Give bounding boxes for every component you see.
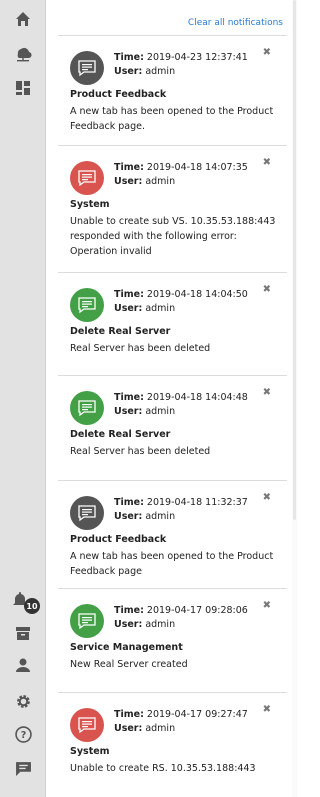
notification-category: System	[70, 746, 110, 757]
user-icon[interactable]	[0, 650, 46, 680]
notification-avatar-icon	[70, 288, 104, 322]
notification-card: Time: 2019-04-18 11:32:37 User: admin ✖ …	[58, 480, 287, 585]
dashboard-icon[interactable]	[0, 73, 46, 103]
notification-category: Delete Real Server	[70, 326, 171, 337]
notification-card: Time: 2019-04-23 12:37:41 User: admin ✖ …	[58, 35, 287, 140]
notification-time: 2019-04-17 09:28:06	[146, 605, 248, 616]
notification-message: Unable to create RS. 10.35.53.188:443	[70, 763, 256, 774]
notification-time: 2019-04-18 11:32:37	[146, 497, 248, 508]
notification-time: 2019-04-18 14:04:48	[146, 392, 248, 403]
notification-message: A new tab has been opened to the Product…	[70, 106, 274, 132]
notification-user: admin	[145, 406, 176, 417]
notification-card: Time: 2019-04-18 14:07:35 User: admin ✖ …	[58, 145, 287, 269]
notification-category: Product Feedback	[70, 89, 167, 100]
notification-user: admin	[145, 511, 176, 522]
notification-time: 2019-04-17 09:27:47	[146, 709, 248, 720]
notification-message: A new tab has been opened to the Product…	[70, 551, 274, 577]
bell-icon[interactable]: 10	[0, 583, 46, 615]
notification-card: Time: 2019-04-17 09:27:47 User: admin ✖ …	[58, 692, 287, 797]
home-icon[interactable]	[0, 4, 46, 34]
notification-category: Product Feedback	[70, 534, 167, 545]
close-icon[interactable]: ✖	[263, 284, 271, 295]
close-icon[interactable]: ✖	[263, 492, 271, 503]
notification-category: Delete Real Server	[70, 429, 171, 440]
notification-time: 2019-04-18 14:07:35	[146, 162, 248, 173]
gear-icon[interactable]	[0, 686, 46, 716]
notification-message: Real Server has been deleted	[70, 446, 211, 457]
sidebar: 10 ?	[0, 0, 46, 797]
notification-user: admin	[145, 66, 176, 77]
notification-time: 2019-04-18 14:04:50	[146, 289, 248, 300]
notification-card: Time: 2019-04-18 14:04:50 User: admin ✖ …	[58, 272, 287, 372]
notification-category: Service Management	[70, 642, 183, 653]
notification-message: Real Server has been deleted	[70, 343, 211, 354]
svg-text:?: ?	[20, 730, 26, 741]
chat-icon[interactable]	[0, 753, 46, 783]
notification-card: Time: 2019-04-17 09:28:06 User: admin ✖ …	[58, 588, 287, 691]
notification-card: Time: 2019-04-18 14:04:48 User: admin ✖ …	[58, 375, 287, 477]
notification-avatar-icon	[70, 496, 104, 530]
cloud-network-icon[interactable]	[0, 39, 46, 69]
notification-user: admin	[145, 619, 176, 630]
close-icon[interactable]: ✖	[263, 387, 271, 398]
notification-message: New Real Server created	[70, 659, 188, 670]
help-icon[interactable]: ?	[0, 719, 46, 749]
close-icon[interactable]: ✖	[263, 600, 271, 611]
notification-avatar-icon	[70, 391, 104, 425]
archive-icon[interactable]	[0, 618, 46, 648]
notification-avatar-icon	[70, 604, 104, 638]
close-icon[interactable]: ✖	[263, 704, 271, 715]
close-icon[interactable]: ✖	[263, 47, 271, 58]
clear-all-notifications-link[interactable]: Clear all notifications	[188, 18, 283, 28]
notification-avatar-icon	[70, 161, 104, 195]
notification-avatar-icon	[70, 51, 104, 85]
notification-message: Unable to create sub VS. 10.35.53.188:44…	[70, 216, 276, 257]
notification-user: admin	[145, 303, 176, 314]
notification-category: System	[70, 199, 110, 210]
notification-avatar-icon	[70, 708, 104, 742]
notification-user: admin	[145, 176, 176, 187]
notification-count-badge: 10	[24, 598, 40, 614]
close-icon[interactable]: ✖	[263, 157, 271, 168]
notifications-panel: Clear all notifications Time: 2019-04-23…	[58, 0, 287, 797]
notification-time: 2019-04-23 12:37:41	[146, 52, 248, 63]
notification-user: admin	[145, 723, 176, 734]
scrollbar-thumb[interactable]	[293, 0, 296, 520]
